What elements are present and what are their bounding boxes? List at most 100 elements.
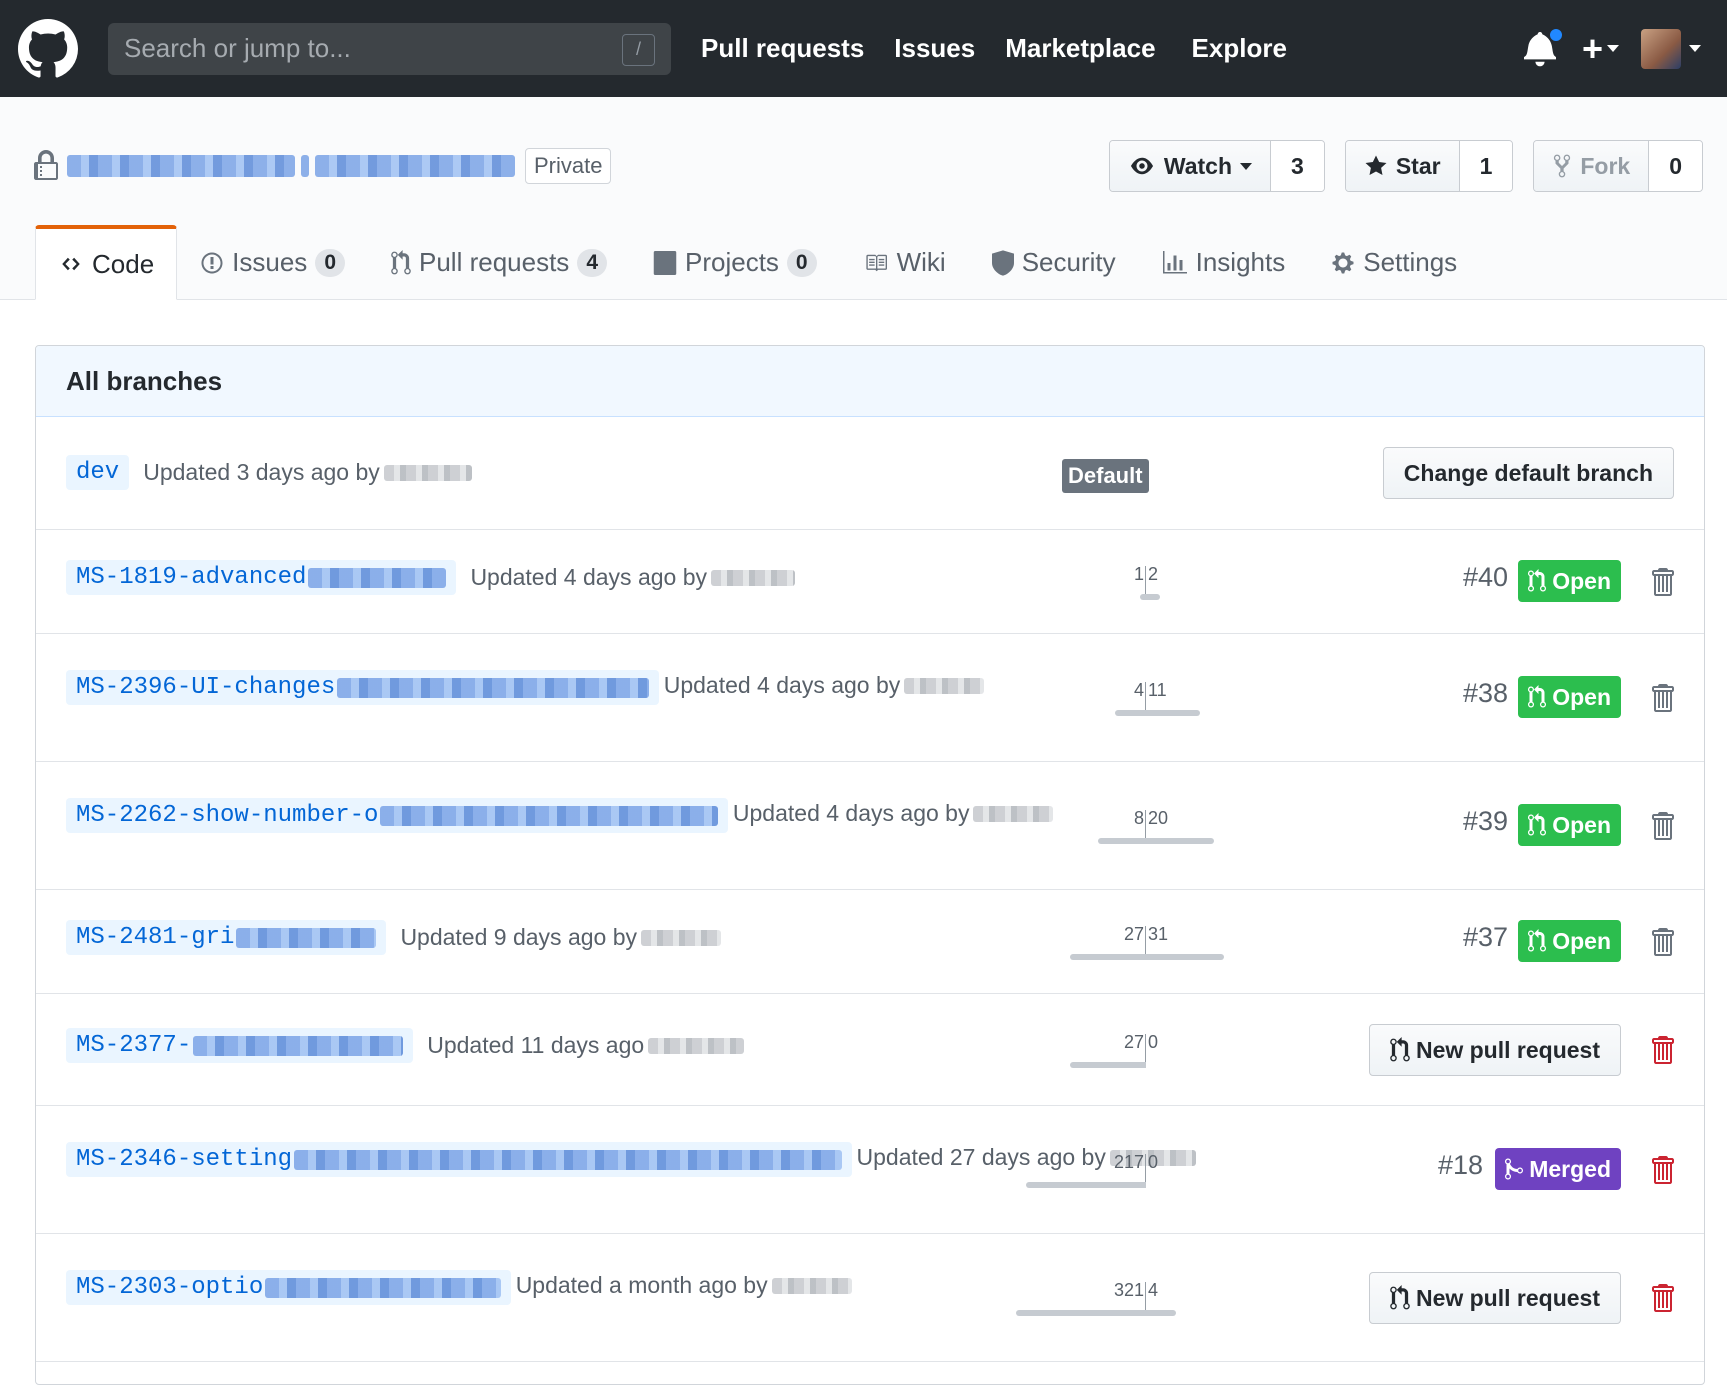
tab-label: Insights	[1195, 247, 1286, 277]
notifications-bell-icon[interactable]	[1523, 26, 1564, 69]
redacted-author[interactable]	[648, 1037, 745, 1054]
watch-group: Watch 3	[1108, 140, 1325, 192]
user-menu[interactable]	[1641, 28, 1701, 69]
default-badge: Default	[1062, 459, 1149, 493]
pull-request-icon	[1528, 569, 1547, 592]
tab-label: Wiki	[896, 247, 946, 277]
issues-counter: 0	[315, 248, 345, 277]
redacted-branch-suffix	[294, 1149, 843, 1170]
pr-state-badge[interactable]: Open	[1518, 804, 1621, 846]
fork-group: Fork 0	[1533, 140, 1703, 192]
pr-state-badge[interactable]: Merged	[1495, 1148, 1621, 1190]
branch-name-link[interactable]: MS-2346-setting	[66, 1142, 853, 1177]
tab-security[interactable]: Security	[969, 225, 1139, 300]
forks-count[interactable]: 0	[1649, 141, 1702, 191]
redacted-author[interactable]	[771, 1277, 852, 1294]
pr-number-link[interactable]: #40	[1463, 562, 1508, 593]
new-pull-request-label: New pull request	[1415, 1036, 1600, 1063]
updated-text: Updated 4 days ago by	[470, 564, 795, 591]
updated-text: Updated 9 days ago by	[400, 924, 721, 951]
stargazers-count[interactable]: 1	[1459, 141, 1513, 191]
pr-number-link[interactable]: #18	[1438, 1150, 1483, 1181]
pr-state-badge[interactable]: Open	[1518, 676, 1621, 718]
redacted-repo-name[interactable]	[315, 155, 515, 177]
pr-number-link[interactable]: #38	[1463, 678, 1508, 709]
code-icon	[62, 257, 80, 271]
tab-projects[interactable]: Projects 0	[630, 225, 840, 300]
tab-wiki[interactable]: Wiki	[840, 225, 969, 300]
ahead-behind-graph: 8 20	[996, 808, 1296, 844]
pr-state-label: Open	[1552, 683, 1611, 710]
tab-insights[interactable]: Insights	[1139, 225, 1309, 300]
redacted-author[interactable]	[904, 677, 985, 694]
gear-icon	[1332, 252, 1354, 273]
watch-button[interactable]: Watch	[1109, 141, 1272, 191]
ahead-behind-graph: 321 4	[996, 1280, 1296, 1316]
tab-code[interactable]: Code	[35, 225, 178, 300]
pr-number-link[interactable]: #37	[1463, 922, 1508, 953]
repo-header: Private Watch 3 Star 1 Fork 0 Code Issue…	[0, 97, 1727, 300]
tab-pull-requests[interactable]: Pull requests 4	[368, 225, 630, 300]
branch-name-link[interactable]: MS-2481-gri	[66, 920, 387, 955]
redacted-author[interactable]	[711, 569, 795, 586]
trash-icon[interactable]	[1648, 682, 1676, 714]
tab-settings[interactable]: Settings	[1308, 225, 1480, 300]
redacted-owner[interactable]	[67, 155, 295, 177]
ahead-bar	[1146, 1310, 1176, 1316]
trash-icon[interactable]	[1648, 1034, 1676, 1066]
star-button[interactable]: Star	[1345, 141, 1460, 191]
repo-path[interactable]	[67, 155, 515, 177]
trash-icon[interactable]	[1648, 1154, 1676, 1186]
new-pull-request-button[interactable]: New pull request	[1368, 1024, 1621, 1076]
create-new-menu[interactable]: +	[1582, 28, 1619, 70]
global-header: / Pull requests Issues Marketplace Explo…	[0, 0, 1727, 97]
pr-state-badge[interactable]: Open	[1518, 560, 1621, 602]
new-pull-request-button[interactable]: New pull request	[1368, 1272, 1621, 1324]
nav-explore[interactable]: Explore	[1192, 33, 1287, 64]
branch-name-link[interactable]: MS-1819-advanced	[66, 560, 457, 595]
pull-requests-counter: 4	[577, 248, 607, 277]
trash-icon[interactable]	[1648, 926, 1676, 958]
ahead-bar	[1146, 838, 1214, 844]
trash-icon[interactable]	[1648, 1282, 1676, 1314]
issue-icon	[201, 252, 223, 273]
change-default-branch-button[interactable]: Change default branch	[1382, 447, 1674, 499]
pull-request-icon	[1528, 929, 1547, 952]
behind-count: 27	[1123, 924, 1144, 944]
redacted-author[interactable]	[641, 929, 721, 946]
ahead-count: 11	[1148, 680, 1167, 700]
tab-issues[interactable]: Issues 0	[177, 225, 368, 300]
nav-issues[interactable]: Issues	[894, 33, 975, 64]
watchers-count[interactable]: 3	[1271, 141, 1324, 191]
book-icon	[865, 254, 887, 271]
pr-state-badge[interactable]: Open	[1518, 920, 1621, 962]
tab-label: Pull requests	[419, 247, 570, 277]
branch-name-link[interactable]: dev	[66, 455, 130, 490]
branch-name-link[interactable]: MS-2303-optio	[66, 1270, 512, 1305]
ahead-count: 20	[1148, 808, 1169, 828]
graph-icon	[1162, 250, 1187, 273]
branch-name-link[interactable]: MS-2262-show-number-o	[66, 798, 729, 833]
trash-icon[interactable]	[1648, 810, 1676, 842]
search-box[interactable]: /	[108, 22, 671, 75]
behind-count: 27	[1123, 1032, 1144, 1052]
project-icon	[653, 250, 677, 275]
branch-name-link[interactable]: MS-2396-UI-changes	[66, 670, 660, 705]
branch-name: MS-2262-show-number-o	[76, 802, 379, 829]
github-logo-icon[interactable]	[18, 18, 78, 79]
pull-request-icon	[1528, 685, 1547, 708]
pr-number-link[interactable]: #39	[1463, 806, 1508, 837]
ahead-count: 31	[1148, 924, 1169, 944]
trash-icon[interactable]	[1648, 566, 1676, 598]
redacted-author[interactable]	[383, 464, 472, 481]
branch-name-link[interactable]: MS-2377-	[66, 1028, 414, 1063]
branch-row: MS-2262-show-number-o Updated 4 days ago…	[36, 762, 1704, 890]
updated-text: Updated 11 days ago	[427, 1032, 745, 1059]
search-input[interactable]	[124, 33, 655, 64]
fork-button[interactable]: Fork	[1534, 141, 1650, 191]
nav-marketplace[interactable]: Marketplace	[1005, 33, 1155, 64]
projects-counter: 0	[786, 248, 817, 277]
nav-pull-requests[interactable]: Pull requests	[701, 33, 864, 64]
fork-icon	[1554, 154, 1571, 178]
pr-state-label: Merged	[1529, 1155, 1611, 1182]
